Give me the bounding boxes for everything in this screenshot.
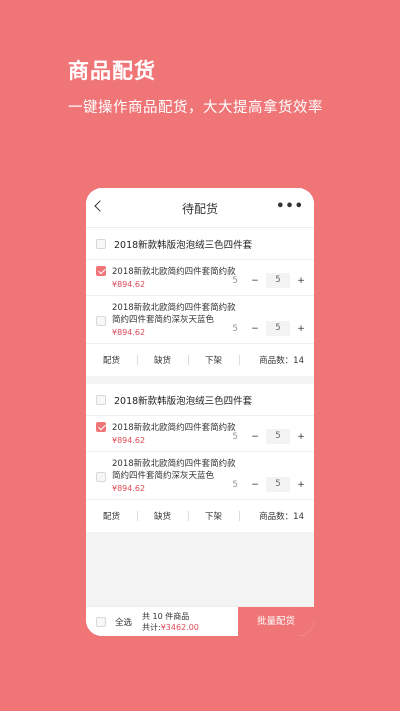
list-item: 2018新款北欧简约四件套简约款简约四件套简约深灰天蓝色 ¥894.62 5 −… — [86, 296, 314, 344]
pick-button[interactable]: 配货 — [86, 354, 137, 366]
minus-button[interactable]: − — [250, 480, 260, 490]
group-title: 2018新款韩版泡泡绒三色四件套 — [114, 239, 253, 251]
quantity-input[interactable]: 5 — [266, 429, 290, 444]
quantity-input[interactable]: 5 — [266, 477, 290, 492]
item-checkbox[interactable] — [96, 472, 106, 482]
item-checkbox[interactable] — [96, 422, 106, 432]
select-all-checkbox[interactable] — [96, 616, 106, 627]
bottom-bar: 全选 共 10 件商品 共计:¥3462.00 批量配货 — [86, 606, 314, 636]
quantity-stepper: 5 − 5 + — [232, 429, 306, 444]
item-count: 商品数：14 — [239, 510, 314, 522]
promo-title: 商品配货 — [68, 59, 156, 83]
out-of-stock-button[interactable]: 缺货 — [137, 354, 188, 366]
minus-button[interactable]: − — [250, 432, 260, 442]
pick-button[interactable]: 配货 — [86, 510, 137, 522]
total-line: 共计:¥3462.00 — [142, 622, 238, 633]
group-header: 2018新款韩版泡泡绒三色四件套 — [86, 384, 314, 416]
quantity-input[interactable]: 5 — [266, 273, 290, 288]
delist-button[interactable]: 下架 — [188, 510, 239, 522]
item-checkbox[interactable] — [96, 316, 106, 326]
nav-bar: 待配货 ••• — [86, 188, 314, 228]
stock-count: 5 — [232, 323, 238, 334]
group-header: 2018新款韩版泡泡绒三色四件套 — [86, 228, 314, 260]
stock-count: 5 — [232, 275, 238, 286]
group-title: 2018新款韩版泡泡绒三色四件套 — [114, 395, 253, 407]
total-label: 共计: — [142, 622, 161, 632]
item-name: 2018新款北欧简约四件套简约款 — [112, 423, 236, 433]
list-item: 2018新款北欧简约四件套简约款 ¥894.62 5 − 5 + — [86, 260, 314, 296]
quantity-stepper: 5 − 5 + — [232, 273, 306, 288]
group-checkbox[interactable] — [96, 238, 106, 249]
select-all[interactable]: 全选 — [86, 616, 142, 628]
delist-button[interactable]: 下架 — [188, 354, 239, 366]
group-actions: 配货 缺货 下架 商品数：14 — [86, 344, 314, 376]
quantity-stepper: 5 − 5 + — [232, 477, 306, 492]
minus-button[interactable]: − — [250, 324, 260, 334]
item-name: 2018新款北欧简约四件套简约款简约四件套简约深灰天蓝色 — [112, 459, 236, 481]
promo-subtitle: 一键操作商品配货，大大提高拿货效率 — [68, 100, 323, 116]
list-item: 2018新款北欧简约四件套简约款简约四件套简约深灰天蓝色 ¥894.62 5 −… — [86, 452, 314, 500]
phone-screen: 待配货 ••• 2018新款韩版泡泡绒三色四件套 2018新款北欧简约四件套简约… — [86, 188, 314, 636]
order-group: 2018新款韩版泡泡绒三色四件套 2018新款北欧简约四件套简约款 ¥894.6… — [86, 228, 314, 376]
total-count: 共 10 件商品 — [142, 611, 190, 621]
batch-pick-button[interactable]: 批量配货 — [238, 606, 314, 636]
order-group: 2018新款韩版泡泡绒三色四件套 2018新款北欧简约四件套简约款 ¥894.6… — [86, 384, 314, 532]
stock-count: 5 — [232, 479, 238, 490]
select-all-label: 全选 — [115, 617, 133, 628]
order-summary: 共 10 件商品 共计:¥3462.00 — [142, 611, 238, 633]
group-actions: 配货 缺货 下架 商品数：14 — [86, 500, 314, 532]
plus-button[interactable]: + — [296, 432, 306, 442]
item-checkbox[interactable] — [96, 266, 106, 276]
plus-button[interactable]: + — [296, 324, 306, 334]
plus-button[interactable]: + — [296, 276, 306, 286]
stock-count: 5 — [232, 431, 238, 442]
quantity-stepper: 5 − 5 + — [232, 321, 306, 336]
plus-button[interactable]: + — [296, 480, 306, 490]
item-count: 商品数：14 — [239, 354, 314, 366]
item-name: 2018新款北欧简约四件套简约款简约四件套简约深灰天蓝色 — [112, 303, 236, 325]
total-price: ¥3462.00 — [160, 622, 199, 632]
item-name: 2018新款北欧简约四件套简约款 — [112, 267, 236, 277]
group-checkbox[interactable] — [96, 394, 106, 405]
list-item: 2018新款北欧简约四件套简约款 ¥894.62 5 − 5 + — [86, 416, 314, 452]
more-options-icon[interactable]: ••• — [276, 199, 304, 214]
quantity-input[interactable]: 5 — [266, 321, 290, 336]
out-of-stock-button[interactable]: 缺货 — [137, 510, 188, 522]
minus-button[interactable]: − — [250, 276, 260, 286]
